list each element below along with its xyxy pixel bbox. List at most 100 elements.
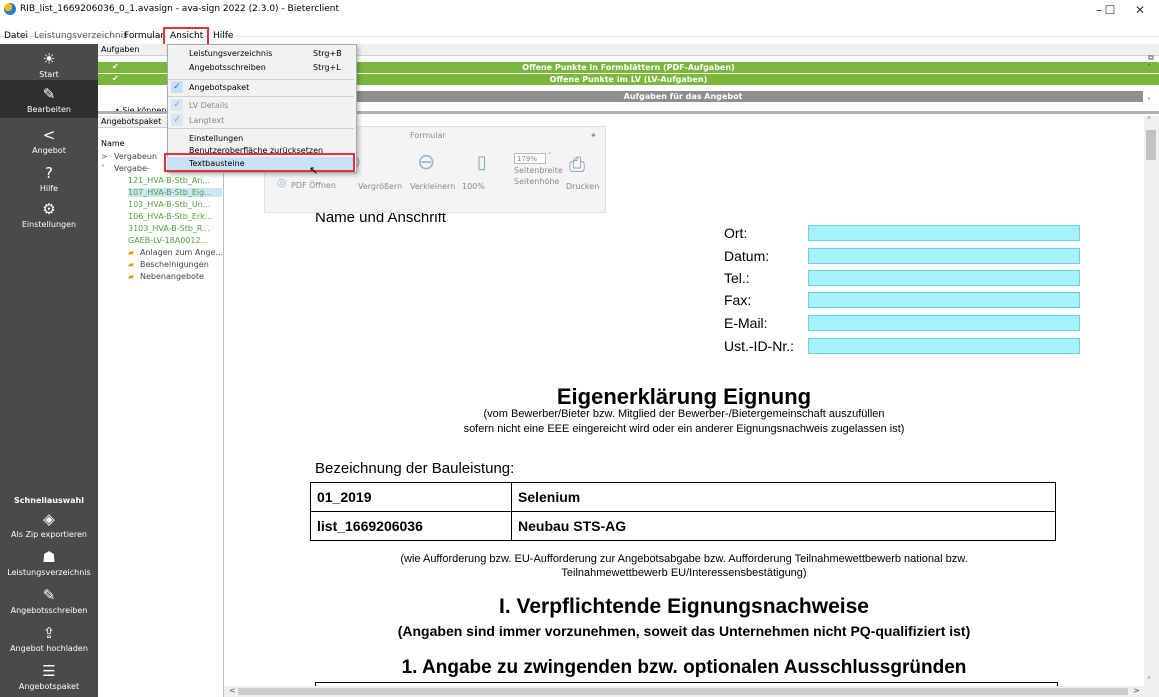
scroll-left-icon[interactable]: < [229,686,236,695]
seitenbreite-button[interactable]: Seitenbreite [514,166,563,175]
scrollbar-thumb[interactable] [238,688,1128,695]
nav-start[interactable]: ☀ Start [0,50,98,79]
field-label-fax: Fax: [724,292,752,308]
quick-select-title: Schnellauswahl [14,496,84,505]
menu-separator [168,128,354,129]
quick-zip-label: Als Zip exportieren [11,530,87,539]
tree-item[interactable]: 121_HVA-B-Stb_An... [128,176,210,185]
expand-icon[interactable]: > [101,152,108,161]
pdf-open-button[interactable]: PDF Öffnen [291,181,336,190]
check-circle-icon: ✔ [112,62,119,71]
nav-hilfe[interactable]: ? Hilfe [0,164,98,193]
coins-icon: ☗ [42,548,56,566]
task-angebot-bar[interactable]: Aufgaben für das Angebot [223,91,1143,102]
heading-sub-1: (vom Bewerber/Bieter bzw. Mitglied der B… [483,408,885,420]
window-title: RIB_list_1669206036_0_1.avasign - ava-si… [20,4,340,14]
bauleistung-label: Bezeichnung der Bauleistung: [315,460,515,477]
gear-icon: ⚙ [42,200,56,218]
section-sub-1: (Angaben sind immer vorzunehmen, soweit … [397,623,971,639]
scroll-right-icon[interactable]: > [1133,686,1140,695]
help-icon: ? [45,164,53,182]
maximize-button[interactable]: ☐ [1100,0,1120,20]
zoom-in-button[interactable]: Vergrößern [358,182,402,191]
seitenhoehe-button[interactable]: Seitenhöhe [514,177,559,186]
checkmark-icon: ✓ [171,99,183,111]
menu-datei[interactable]: Datei [4,31,28,41]
menu-formular[interactable]: Formular [124,31,164,41]
note-line-2: Teilnahmewettbewerb EU/Interessensbestät… [561,567,807,579]
name-column-header[interactable]: Name [101,139,125,148]
table-row: list_1669206036 Neubau STS-AG [310,511,1056,541]
bauleistung-table: 01_2019 Selenium list_1669206036 Neubau … [310,482,1056,541]
menu-item-lv-details[interactable]: LV Details [189,101,228,110]
ustid-input[interactable] [808,338,1080,354]
menu-leistungsverzeichnis[interactable]: Leistungsverzeichnis [34,31,128,41]
title-bar: RIB_list_1669206036_0_1.avasign - ava-si… [0,0,1159,20]
vertical-scrollbar[interactable] [1144,116,1159,686]
menu-item-angebotspaket[interactable]: Angebotspaket [189,83,249,92]
menu-hilfe[interactable]: Hilfe [213,31,233,41]
zoom-out-icon[interactable]: ⊖ [417,150,435,175]
quick-angebotspaket-label: Angebotspaket [18,682,80,691]
section-heading-2: 1. Angabe zu zwingenden bzw. optionalen … [401,657,967,678]
menu-item-angebotsschreiben[interactable]: Angebotsschreiben [189,63,266,72]
tree-item[interactable]: 106_HVA-B-Stb_Erk... [128,212,212,221]
zoom-100-button[interactable]: 100% [462,182,485,191]
tree-item[interactable]: GAEB-LV-18A0012... [128,236,208,245]
scroll-down-icon[interactable]: ˅ [1147,676,1151,685]
chevron-down-icon: ˅ [548,152,552,160]
zoom-out-button[interactable]: Verkleinern [410,182,455,191]
close-button[interactable]: ✕ [1125,0,1155,20]
folder-icon: ▰ [128,272,135,281]
print-button[interactable]: Drucken [566,182,599,191]
tree-item[interactable]: Anlagen zum Ange... [140,248,223,257]
nav-bearbeiten-label: Bearbeiten [27,105,71,114]
nav-angebot-label: Angebot [32,146,66,155]
document-heading: Eigenerklärung Eignung [556,384,812,409]
printer-icon[interactable]: ⎙ [569,152,585,176]
quick-angebotspaket[interactable]: ☰ Angebotspaket [0,662,98,691]
scroll-up-icon[interactable]: ˄ [1147,116,1151,125]
table-cell: 01_2019 [310,482,512,512]
note-line-1: (wie Aufforderung bzw. EU-Aufforderung z… [400,553,968,565]
scroll-up-icon[interactable]: ˄ [1147,63,1151,72]
nav-einstellungen[interactable]: ⚙ Einstellungen [0,200,98,229]
quick-lv-label: Leistungsverzeichnis [7,568,91,577]
fax-input[interactable] [808,292,1080,308]
table-row: 01_2019 Selenium [310,482,1056,512]
menu-item-einstellungen[interactable]: Einstellungen [189,134,243,143]
tree-item[interactable]: Vergabeun [114,152,157,161]
tree-item[interactable]: Nebenangebote [140,272,204,281]
tree-item[interactable]: 103_HVA-B-Stb_Un... [128,200,210,209]
scrollbar-thumb[interactable] [1146,130,1156,160]
quick-leistungsverzeichnis[interactable]: ☗ Leistungsverzeichnis [0,548,98,577]
nav-bearbeiten[interactable]: ✎ Bearbeiten [0,80,98,118]
menu-item-langtext[interactable]: Langtext [189,116,224,125]
quick-zip-export[interactable]: ◈ Als Zip exportieren [0,510,98,539]
tree-item[interactable]: Bescheinigungen [140,260,209,269]
quick-angebot-hochladen[interactable]: ⇪ Angebot hochladen [0,624,98,653]
scroll-down-icon[interactable]: ˅ [1147,97,1151,106]
nav-angebot[interactable]: < Angebot [0,126,98,155]
pencil-icon: ✎ [42,85,56,103]
tree-item[interactable]: 3103_HVA-B-Stb_R... [128,224,210,233]
tree-item[interactable]: Vergabe- [114,164,150,173]
datum-input[interactable] [808,248,1080,264]
package-icon: ☰ [42,662,56,680]
pin-icon[interactable]: ⧉ [1148,53,1154,63]
zoom-level-select[interactable]: 179% [514,153,546,164]
tree-item-selected[interactable]: 107_HVA-B-Stb_Eig... [128,188,222,197]
table-cell: Selenium [511,482,1056,512]
quick-angebotsschreiben[interactable]: ✎ Angebotsschreiben [0,586,98,615]
email-input[interactable] [808,315,1080,331]
pin-icon[interactable]: ✦ [590,131,597,140]
tel-input[interactable] [808,270,1080,286]
edit-document-icon: ✎ [42,586,56,604]
page-icon[interactable]: ▯ [477,152,487,173]
formular-title: Formular [410,131,446,140]
field-label-email: E-Mail: [724,315,768,331]
menu-item-leistungsverzeichnis[interactable]: Leistungsverzeichnis [189,49,272,58]
mouse-cursor-icon: ↖ [309,164,319,177]
collapse-icon[interactable]: ˅ [101,164,105,173]
ort-input[interactable] [808,225,1080,241]
